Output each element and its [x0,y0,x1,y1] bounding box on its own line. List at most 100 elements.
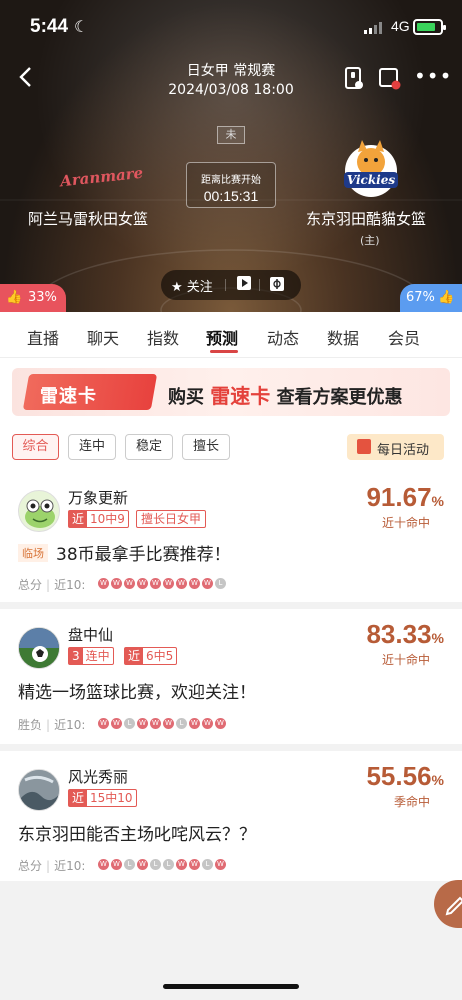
divider [0,602,462,609]
avatar[interactable] [18,627,60,669]
network-label: 4G [391,18,410,34]
tab-data[interactable]: 数据 [327,325,359,349]
result-win: W [124,578,135,589]
result-win: W [137,859,148,870]
tab-prediction[interactable]: 预测 [206,325,238,349]
away-logo-text: Vickies [347,173,395,187]
result-win: W [202,718,213,729]
banner-text: 购买 雷速卡 查看方案更优惠 [168,384,403,408]
post-tag: 临场 [18,544,48,562]
countdown-time: 00:15:31 [203,188,259,204]
result-win: W [111,578,122,589]
result-win: W [163,578,174,589]
result-win: W [98,718,109,729]
record-summary: 胜负 | 近10: [18,718,86,732]
result-win: W [163,718,174,729]
expertise-badge: 擅长日女甲 [136,510,207,528]
divider [0,744,462,751]
vote-away-percent: 67% [406,290,435,305]
daily-activity-label: 每日活动 [377,443,430,458]
record-summary: 总分 | 近10: [18,578,86,592]
avatar[interactable] [18,769,60,811]
hit-rate: 91.67% [366,482,444,512]
tab-live[interactable]: 直播 [27,325,59,349]
away-team-logo[interactable]: Vickies [338,138,404,204]
prediction-panel: 雷速卡 购买 雷速卡 查看方案更优惠 综合 连中 稳定 擅长 每日活动 万象更新… [0,358,462,1000]
result-win: W [111,859,122,870]
result-win: W [176,578,187,589]
match-header: 5:44 ☾ 4G 日女甲 常规赛 2024/03/08 18:00 ••• 未… [0,0,462,312]
daily-activity-button[interactable]: 每日活动 [347,434,444,460]
hit-badge: 近 10中9 [68,510,129,528]
follow-button[interactable]: ★ 关注 [171,276,213,295]
clock: 5:44 [30,16,69,37]
promo-banner[interactable]: 雷速卡 购买 雷速卡 查看方案更优惠 [12,368,450,416]
result-win: W [137,718,148,729]
avatar[interactable] [18,490,60,532]
result-loss: L [202,859,213,870]
result-loss: L [124,859,135,870]
match-status-badge: 未 [217,126,245,144]
calendar-icon [357,439,371,454]
active-tab-indicator [210,350,238,353]
phone-lock-icon[interactable] [342,66,366,90]
animation-icon[interactable] [269,276,285,296]
vote-home-percent: 33% [28,290,57,305]
post-title[interactable]: 东京羽田能否主场叱咤风云？？ [18,820,256,845]
result-win: W [189,859,200,870]
post-title[interactable]: 临场 38币最拿手比赛推荐！ [18,540,231,565]
result-win: W [215,718,226,729]
tab-news[interactable]: 动态 [267,325,299,349]
filter-expert[interactable]: 擅长 [182,434,230,460]
prediction-card[interactable]: 万象更新 近 10中9 擅长日女甲 91.67% 近十命中 临场 38币最拿手比赛推… [0,472,462,602]
play-video-icon[interactable] [237,276,251,294]
result-win: W [150,718,161,729]
more-options-icon[interactable]: ••• [414,64,452,88]
vote-away-button[interactable]: 67% 👍 [400,284,462,312]
result-loss: L [176,718,187,729]
tab-member[interactable]: 会员 [388,325,420,349]
tab-chat[interactable]: 聊天 [87,325,119,349]
home-team-name[interactable]: 阿兰马雷秋田女篮 [28,208,148,229]
result-win: W [215,859,226,870]
away-team-name[interactable]: 东京羽田酷貓女篮 [306,208,426,229]
hit-rate: 55.56% [366,761,444,791]
result-loss: L [124,718,135,729]
results-strip: WWLWLLWWLW [98,859,228,871]
home-court-tag: (主) [360,234,380,247]
hit-badge: 近 6中5 [124,647,178,665]
result-win: W [189,718,200,729]
status-bar: 5:44 ☾ 4G [0,0,462,54]
hit-rate-label: 近十命中 [381,516,430,530]
thumbs-up-icon: 👍 [438,290,455,305]
result-win: W [202,578,213,589]
username[interactable]: 风光秀丽 [68,766,128,787]
tab-index[interactable]: 指数 [147,325,179,349]
signal-icon [364,22,382,34]
hit-rate-label: 季命中 [393,795,430,809]
filter-comprehensive[interactable]: 综合 [12,434,59,460]
countdown-label: 距离比赛开始 [201,175,261,186]
result-loss: L [215,578,226,589]
tab-bar: 直播 聊天 指数 预测 动态 数据 会员 [0,312,462,358]
result-win: W [137,578,148,589]
filter-streak[interactable]: 连中 [68,434,116,460]
result-win: W [189,578,200,589]
home-team-logo[interactable]: Aranmare [56,160,144,194]
username[interactable]: 万象更新 [68,487,128,508]
result-win: W [98,859,109,870]
banner-card-text: 雷速卡 [40,386,97,407]
moon-icon: ☾ [74,17,89,36]
vote-home-button[interactable]: 👍 33% [0,284,66,312]
filter-stable[interactable]: 稳定 [125,434,173,460]
countdown-box: 距离比赛开始 00:15:31 [186,162,276,208]
post-title[interactable]: 精选一场篮球比赛，欢迎关注！ [18,678,256,703]
prediction-card[interactable]: 盘中仙 3 连中 近 6中5 83.33% 近十命中 精选一场篮球比赛，欢迎关注！ … [0,609,462,744]
home-indicator [163,984,299,989]
record-summary: 总分 | 近10: [18,859,86,873]
result-win: W [111,718,122,729]
results-strip: WWWWWWWWWL [98,578,228,590]
prediction-card[interactable]: 风光秀丽 近 15中10 55.56% 季命中 东京羽田能否主场叱咤风云？？ 总分… [0,751,462,881]
record-icon[interactable] [378,66,402,90]
username[interactable]: 盘中仙 [68,624,113,645]
